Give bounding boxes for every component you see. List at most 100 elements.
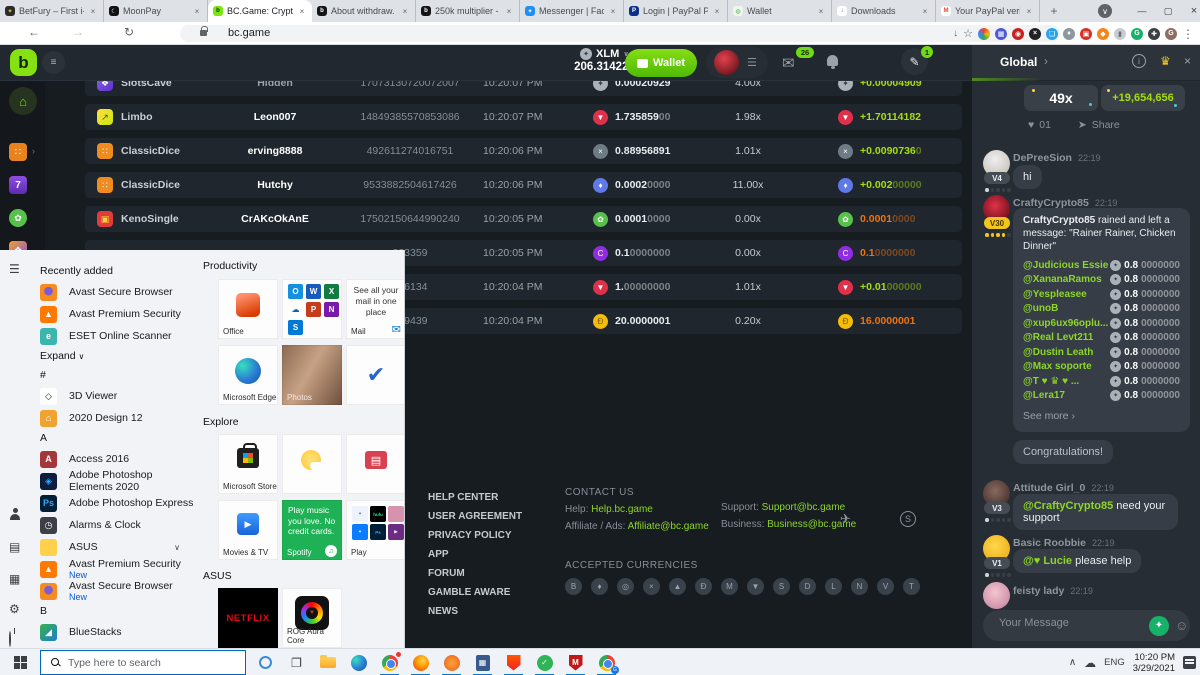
browser-tab[interactable]: ✦ BetFury – First i-Ga × (0, 0, 104, 22)
forward-icon[interactable]: → (72, 25, 84, 39)
support-link[interactable]: Support@bc.game (762, 502, 846, 513)
recipient-name[interactable]: @T ♥ ♛ ♥ ... (1023, 376, 1079, 387)
tile-office[interactable]: Office (218, 279, 278, 339)
start-app-item[interactable]: ◢ BlueStacks (30, 621, 194, 643)
avast-browser-icon[interactable] (436, 649, 467, 675)
tab-close-icon[interactable]: × (608, 6, 618, 16)
taskbar-search[interactable] (40, 650, 246, 675)
game-name[interactable]: KenoSingle (121, 206, 179, 232)
browser-tab[interactable]: ◍ Wallet × (728, 0, 832, 22)
chat-room-chevron-icon[interactable]: › (1044, 54, 1048, 68)
start-app-item[interactable]: Avast Secure Browser New (30, 580, 194, 602)
chat-tab-global[interactable]: Global (1000, 55, 1037, 69)
bookmark-star-icon[interactable]: ☆ (963, 27, 973, 40)
extension-icon[interactable] (978, 28, 990, 40)
footer-link[interactable]: GAMBLE AWARE (428, 583, 522, 602)
footer-link[interactable]: FORUM (428, 564, 522, 583)
tile-netflix[interactable]: NETFLIX (218, 588, 278, 648)
tab-close-icon[interactable]: × (1024, 6, 1034, 16)
tile-office-live[interactable]: OWX☁PNS (282, 279, 342, 339)
cortana-icon[interactable] (250, 649, 281, 675)
footer-link[interactable]: APP (428, 545, 522, 564)
start-app-item[interactable]: Avast Secure Browser (30, 281, 194, 303)
recipient-name[interactable]: @XananaRamos (1023, 274, 1102, 285)
chat-username[interactable]: feisty lady22:19 (1013, 585, 1093, 597)
tab-close-icon[interactable]: × (920, 6, 930, 16)
browser-tab[interactable]: b 250k multiplier - Sl × (416, 0, 520, 22)
file-explorer-icon[interactable] (312, 649, 343, 675)
recipient-name[interactable]: @Real Levt211 (1023, 332, 1093, 343)
tile-photos[interactable]: Photos (282, 345, 342, 405)
browser-tab[interactable]: b About withdraw. | B × (312, 0, 416, 22)
rain-feature-icon[interactable]: ✦ (1149, 616, 1169, 636)
tile-movies-tv[interactable]: ▶ Movies & TV (218, 500, 278, 560)
search-input[interactable] (68, 657, 218, 669)
see-more-link[interactable]: See more › (1023, 410, 1180, 422)
documents-icon[interactable]: ▤ (9, 540, 20, 554)
help-link[interactable]: Help.bc.game (591, 504, 653, 515)
player-name[interactable]: erving8888 (215, 138, 335, 164)
new-tab-button[interactable]: + (1046, 3, 1062, 19)
tab-close-icon[interactable]: × (504, 6, 514, 16)
extension-icon[interactable]: G (1131, 28, 1143, 40)
recipient-name[interactable]: @Max soporte (1023, 361, 1092, 372)
home-icon[interactable]: ⌂ (9, 87, 37, 115)
player-name[interactable]: Leon007 (215, 104, 335, 130)
footer-link[interactable]: NEWS (428, 602, 522, 621)
letter-header[interactable]: B (30, 602, 194, 621)
bet-row[interactable]: ↗ Limbo Leon007 14849385570853086 10:20:… (85, 104, 962, 130)
bet-id[interactable]: 9533882504617426 (343, 172, 477, 198)
chat-username[interactable]: Basic Roobbie22:19 (1013, 537, 1114, 549)
browser-tab[interactable]: ✦ Messenger | Faceb × (520, 0, 624, 22)
telegram-icon[interactable]: ✈ (840, 511, 851, 527)
folder-chevron-icon[interactable]: ∨ (174, 543, 180, 552)
footer-link[interactable]: HELP CENTER (428, 488, 522, 507)
start-app-item[interactable]: ◷ Alarms & Clock (30, 514, 194, 536)
start-app-item[interactable]: A Access 2016 (30, 448, 194, 470)
tab-close-icon[interactable]: × (192, 6, 202, 16)
recipient-name[interactable]: @Yespleasee (1023, 289, 1087, 300)
menu-hamburger-icon[interactable]: ☰ (9, 262, 20, 276)
game-name[interactable]: ClassicDice (121, 172, 180, 198)
brave-icon[interactable] (498, 649, 529, 675)
bet-row[interactable]: ∷ ClassicDice Hutchy 9533882504617426 10… (85, 172, 962, 198)
extension-icon[interactable]: ▦ (995, 28, 1007, 40)
share-icon[interactable]: ➤ (1078, 119, 1087, 131)
recipient-name[interactable]: @xup6ux96oplu... (1023, 318, 1108, 329)
game-name[interactable]: ClassicDice (121, 138, 180, 164)
letter-header[interactable]: # (30, 366, 194, 385)
profile-avatar[interactable]: G (1165, 28, 1177, 40)
mention[interactable]: @♥ Lucie (1023, 555, 1072, 567)
edge-icon[interactable] (343, 649, 374, 675)
language-indicator[interactable]: ENG (1104, 657, 1125, 668)
extension-icon[interactable]: × (1029, 28, 1041, 40)
letter-header[interactable]: A (30, 429, 194, 448)
tab-close-icon[interactable]: × (400, 6, 410, 16)
chrome-icon[interactable] (374, 649, 405, 675)
tab-close-icon[interactable]: × (297, 6, 307, 16)
start-app-item[interactable]: ASUS ∨ (30, 536, 194, 558)
browser-tab[interactable]: ↓ Downloads × (832, 0, 936, 22)
browser-tab[interactable]: P Login | PayPal Prep × (624, 0, 728, 22)
downloads-status-icon[interactable]: ↓ (953, 28, 958, 39)
start-app-item[interactable]: ▲ Avast Premium Security New (30, 558, 194, 580)
heart-icon[interactable]: ♥ (1028, 119, 1034, 131)
extension-icon[interactable]: ✚ (1148, 28, 1160, 40)
lottery-icon[interactable]: ✿ (9, 209, 27, 227)
bet-menu-icon[interactable]: ☰ (747, 56, 757, 69)
firefox-icon[interactable] (405, 649, 436, 675)
settings-gear-icon[interactable]: ⚙ (9, 602, 20, 616)
calculator-icon[interactable]: ▦ (467, 649, 498, 675)
footer-link[interactable]: PRIVACY POLICY (428, 526, 522, 545)
refresh-icon[interactable]: ↻ (124, 25, 134, 39)
avatar[interactable] (714, 50, 739, 75)
tile-play[interactable]: ✦hulu✦Ps▶ Play (346, 500, 405, 560)
url-text[interactable]: bc.game (228, 27, 270, 39)
share-label[interactable]: Share (1092, 119, 1120, 131)
recipient-name[interactable]: @Dustin Leath (1023, 347, 1093, 358)
tile-news[interactable]: ▤ (346, 434, 405, 494)
start-button[interactable] (0, 649, 40, 675)
tab-close-icon[interactable]: × (88, 6, 98, 16)
trophy-icon[interactable]: ♛ (1160, 54, 1171, 68)
tile-microsoft-store[interactable]: Microsoft Store (218, 434, 278, 494)
